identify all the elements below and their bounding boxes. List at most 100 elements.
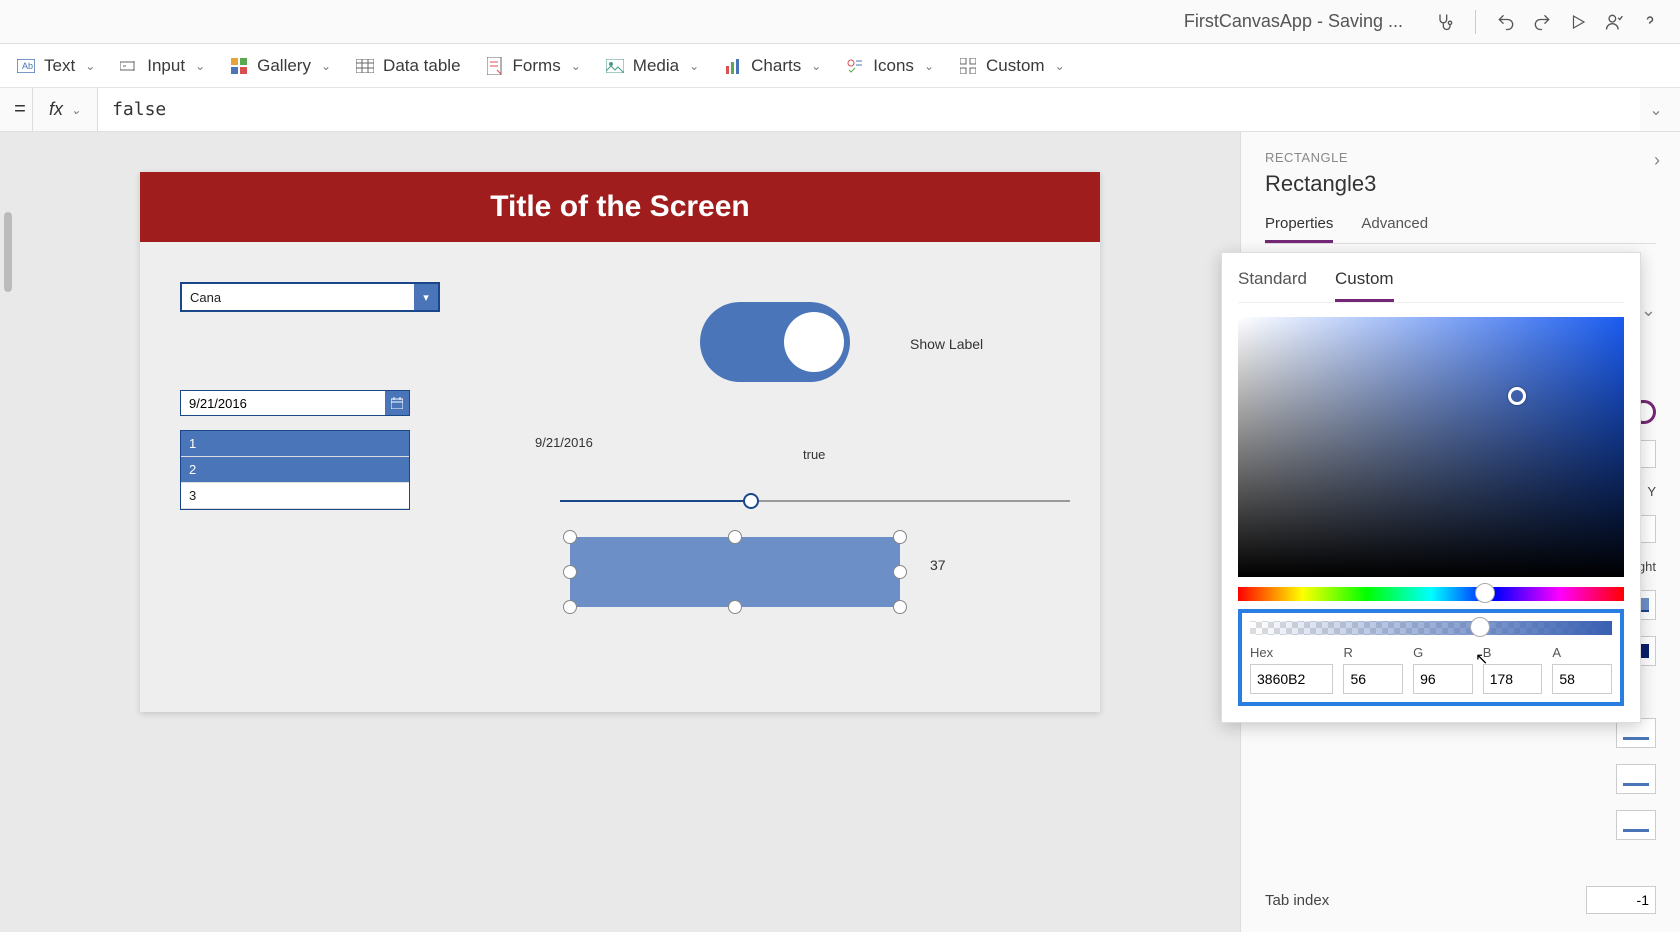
listbox-control[interactable]: 1 2 3 bbox=[180, 430, 410, 510]
calendar-icon bbox=[385, 391, 409, 415]
formula-expand-icon[interactable]: ⌄ bbox=[1640, 100, 1672, 120]
tab-properties[interactable]: Properties bbox=[1265, 215, 1333, 243]
resize-handle[interactable] bbox=[563, 565, 577, 579]
tab-index-label: Tab index bbox=[1265, 892, 1329, 909]
r-input[interactable] bbox=[1343, 664, 1403, 694]
tab-custom[interactable]: Custom bbox=[1335, 269, 1394, 302]
resize-handle[interactable] bbox=[893, 530, 907, 544]
chevron-down-icon: ⌄ bbox=[321, 59, 331, 73]
screen-title: Title of the Screen bbox=[140, 172, 1100, 242]
pressed-swatch[interactable] bbox=[1616, 810, 1656, 840]
property-tabs: Properties Advanced bbox=[1265, 215, 1656, 244]
resize-handle[interactable] bbox=[893, 600, 907, 614]
hex-label: Hex bbox=[1250, 645, 1333, 660]
icons-icon bbox=[845, 56, 865, 76]
chevron-down-icon[interactable]: ⌄ bbox=[1641, 300, 1656, 321]
canvas-screen[interactable]: Title of the Screen Cana ▾ Show Label 9/… bbox=[140, 172, 1100, 712]
slider-control[interactable] bbox=[560, 500, 1070, 502]
ribbon-icons[interactable]: Icons⌄ bbox=[845, 56, 934, 76]
chevron-down-icon: ▾ bbox=[414, 284, 438, 310]
list-item[interactable]: 2 bbox=[181, 457, 409, 483]
sv-cursor[interactable] bbox=[1508, 387, 1526, 405]
toggle-knob bbox=[784, 312, 844, 372]
number-label: 37 bbox=[930, 557, 946, 573]
b-input[interactable] bbox=[1483, 664, 1543, 694]
color-value-fields: Hex R G B A bbox=[1250, 645, 1612, 694]
ribbon-input-label: Input bbox=[147, 56, 185, 76]
tab-index-input[interactable] bbox=[1586, 886, 1656, 914]
fx-label: fx bbox=[49, 99, 63, 120]
saturation-value-field[interactable] bbox=[1238, 317, 1624, 577]
ribbon-icons-label: Icons bbox=[873, 56, 914, 76]
datepicker-control[interactable]: 9/21/2016 bbox=[180, 390, 410, 416]
dropdown-control[interactable]: Cana ▾ bbox=[180, 282, 440, 312]
date-text-label: 9/21/2016 bbox=[535, 435, 593, 450]
charts-icon bbox=[723, 56, 743, 76]
tab-index-row: Tab index bbox=[1265, 886, 1656, 914]
text-icon: Ab bbox=[16, 56, 36, 76]
scrollbar-thumb[interactable] bbox=[4, 212, 12, 292]
chevron-down-icon: ⌄ bbox=[195, 59, 205, 73]
ribbon-charts[interactable]: Charts⌄ bbox=[723, 56, 821, 76]
canvas-viewport[interactable]: Title of the Screen Cana ▾ Show Label 9/… bbox=[0, 132, 1240, 932]
chevron-down-icon: ⌄ bbox=[1055, 59, 1065, 73]
title-bar: FirstCanvasApp - Saving ... bbox=[0, 0, 1680, 44]
toggle-label: Show Label bbox=[910, 336, 983, 352]
ribbon-text-label: Text bbox=[44, 56, 75, 76]
undo-icon[interactable] bbox=[1492, 8, 1520, 36]
g-label: G bbox=[1413, 645, 1473, 660]
play-icon[interactable] bbox=[1564, 8, 1592, 36]
expand-icon[interactable]: › bbox=[1654, 150, 1660, 171]
list-item[interactable]: 3 bbox=[181, 483, 409, 509]
a-input[interactable] bbox=[1552, 664, 1612, 694]
resize-handle[interactable] bbox=[728, 530, 742, 544]
picker-tabs: Standard Custom bbox=[1238, 269, 1624, 303]
properties-panel: RECTANGLE › Rectangle3 Properties Advanc… bbox=[1240, 132, 1680, 932]
chevron-down-icon: ⌄ bbox=[689, 59, 699, 73]
input-icon bbox=[119, 56, 139, 76]
color-picker-popup: Standard Custom ↖ Hex bbox=[1221, 252, 1641, 723]
r-label: R bbox=[1343, 645, 1403, 660]
resize-handle[interactable] bbox=[563, 600, 577, 614]
alpha-thumb[interactable] bbox=[1470, 617, 1490, 637]
list-item[interactable]: 1 bbox=[181, 431, 409, 457]
ribbon-media[interactable]: Media ⌄ bbox=[605, 56, 699, 76]
ribbon-input[interactable]: Input ⌄ bbox=[119, 56, 205, 76]
forms-icon bbox=[485, 56, 505, 76]
ribbon-datatable[interactable]: Data table bbox=[355, 56, 461, 76]
diagnostics-icon[interactable] bbox=[1431, 8, 1459, 36]
resize-handle[interactable] bbox=[563, 530, 577, 544]
r-field: R bbox=[1343, 645, 1403, 694]
fx-dropdown[interactable]: fx ⌄ bbox=[32, 88, 98, 131]
slider-thumb[interactable] bbox=[743, 493, 759, 509]
g-input[interactable] bbox=[1413, 664, 1473, 694]
hover-swatch[interactable] bbox=[1616, 764, 1656, 794]
ribbon-custom[interactable]: Custom ⌄ bbox=[958, 56, 1065, 76]
ribbon-forms-label: Forms bbox=[513, 56, 561, 76]
rectangle-selected[interactable] bbox=[570, 537, 900, 607]
ribbon-forms[interactable]: Forms ⌄ bbox=[485, 56, 581, 76]
user-icon[interactable] bbox=[1600, 8, 1628, 36]
hue-thumb[interactable] bbox=[1475, 583, 1495, 603]
formula-input[interactable] bbox=[98, 88, 1640, 131]
toggle-control[interactable] bbox=[700, 302, 850, 382]
redo-icon[interactable] bbox=[1528, 8, 1556, 36]
resize-handle[interactable] bbox=[893, 565, 907, 579]
hue-slider[interactable] bbox=[1238, 587, 1624, 601]
ribbon-text[interactable]: Ab Text⌄ bbox=[16, 56, 95, 76]
app-title: FirstCanvasApp - Saving ... bbox=[1184, 11, 1403, 32]
tab-standard[interactable]: Standard bbox=[1238, 269, 1307, 302]
ribbon-gallery[interactable]: Gallery⌄ bbox=[229, 56, 331, 76]
custom-icon bbox=[958, 56, 978, 76]
tab-advanced[interactable]: Advanced bbox=[1361, 215, 1428, 243]
chevron-down-icon: ⌄ bbox=[571, 59, 581, 73]
control-name: Rectangle3 bbox=[1265, 171, 1656, 197]
ribbon-custom-label: Custom bbox=[986, 56, 1045, 76]
alpha-slider[interactable]: ↖ bbox=[1250, 621, 1612, 635]
help-icon[interactable] bbox=[1636, 8, 1664, 36]
svg-text:Ab: Ab bbox=[22, 61, 33, 71]
b-field: B bbox=[1483, 645, 1543, 694]
resize-handle[interactable] bbox=[728, 600, 742, 614]
ribbon-media-label: Media bbox=[633, 56, 679, 76]
hex-input[interactable] bbox=[1250, 664, 1333, 694]
